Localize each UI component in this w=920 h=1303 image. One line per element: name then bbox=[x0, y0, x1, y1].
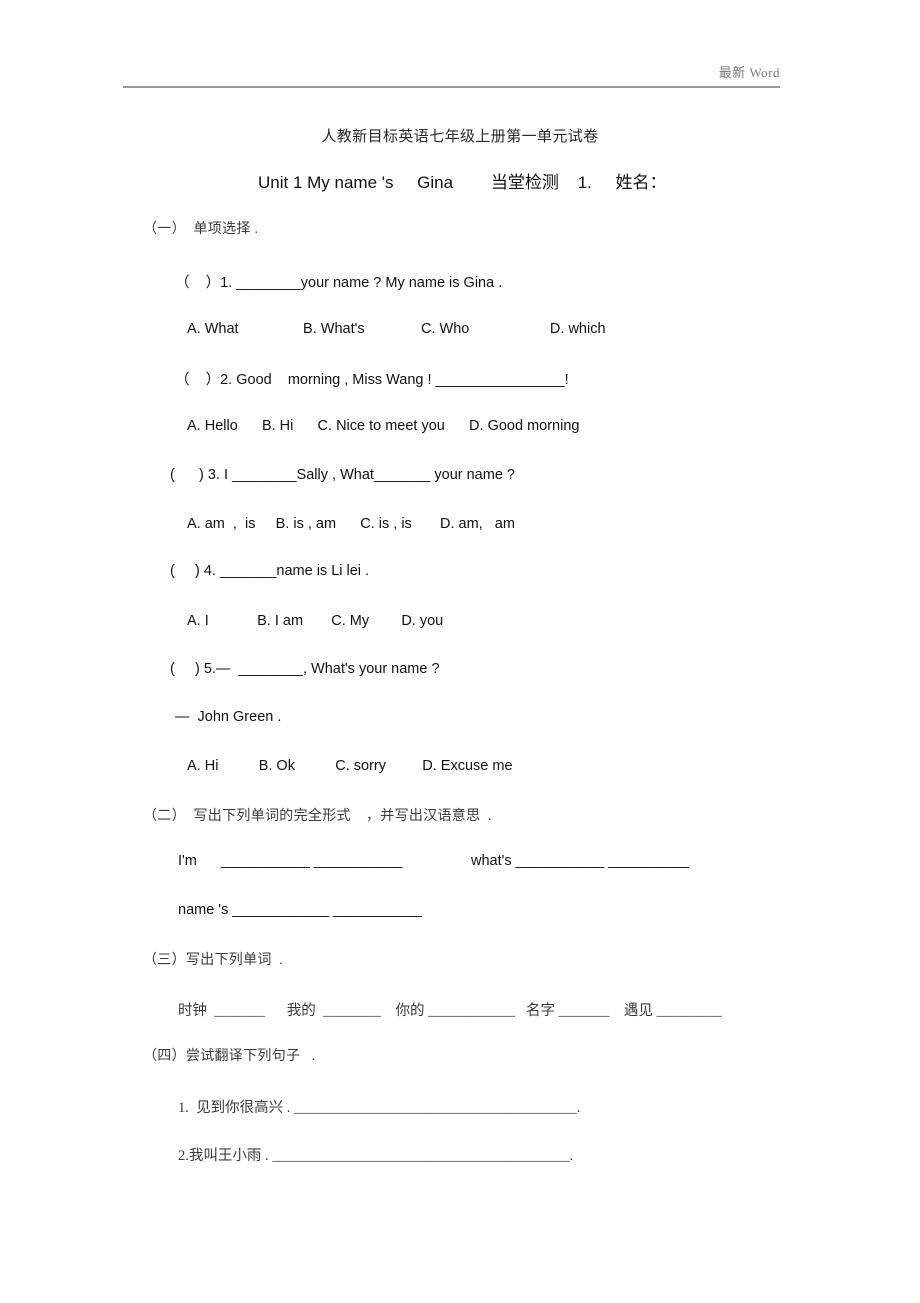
question-5-answer-line: — John Green . bbox=[175, 709, 282, 725]
question-1-stem: （ ）1. ________your name ? My name is Gin… bbox=[175, 275, 503, 291]
question-4-stem: ( ) 4. _______name is Li lei . bbox=[170, 563, 370, 579]
section-four-item-2: 2.我叫王小雨 . ______________________________… bbox=[178, 1148, 574, 1164]
question-1-options: A. What B. What's C. Who D. which bbox=[187, 321, 606, 337]
section-two-line-1: I'm ___________ ___________ what's _____… bbox=[178, 853, 690, 869]
question-2-options: A. Hello B. Hi C. Nice to meet you D. Go… bbox=[187, 418, 580, 434]
page-header: 最新 Word bbox=[123, 62, 780, 88]
document-page: 最新 Word 人教新目标英语七年级上册第一单元试卷 Unit 1 My nam… bbox=[0, 0, 920, 1303]
header-watermark: 最新 Word bbox=[718, 65, 780, 80]
question-2-stem: （ ）2. Good morning , Miss Wang ! _______… bbox=[175, 372, 569, 388]
question-5-options: A. Hi B. Ok C. sorry D. Excuse me bbox=[187, 758, 513, 774]
section-four-item-1: 1. 见到你很高兴 . ____________________________… bbox=[178, 1100, 581, 1116]
section-three-heading: （三）写出下列单词 . bbox=[143, 953, 284, 968]
question-3-stem: ( ) 3. I ________Sally , What_______ you… bbox=[170, 467, 515, 483]
question-5-stem: ( ) 5.— ________, What's your name ? bbox=[170, 661, 440, 677]
section-one-heading: （一） 单项选择 . bbox=[143, 222, 259, 237]
question-3-options: A. am , is B. is , am C. is , is D. am, … bbox=[187, 516, 515, 532]
question-4-options: A. I B. I am C. My D. you bbox=[187, 613, 444, 629]
section-four-heading: （四）尝试翻译下列句子 . bbox=[143, 1049, 316, 1064]
section-two-line-2: name 's ____________ ___________ bbox=[178, 902, 422, 918]
header-divider bbox=[123, 86, 780, 88]
document-subtitle: Unit 1 My name 's Gina 当堂检测 1. 姓名： bbox=[258, 173, 667, 192]
page-title: 人教新目标英语七年级上册第一单元试卷 bbox=[321, 129, 599, 145]
section-three-words-line: 时钟 _______ 我的 ________ 你的 ____________ 名… bbox=[178, 1003, 722, 1019]
section-two-heading: （二） 写出下列单词的完全形式 ，并写出汉语意思 . bbox=[143, 809, 492, 824]
